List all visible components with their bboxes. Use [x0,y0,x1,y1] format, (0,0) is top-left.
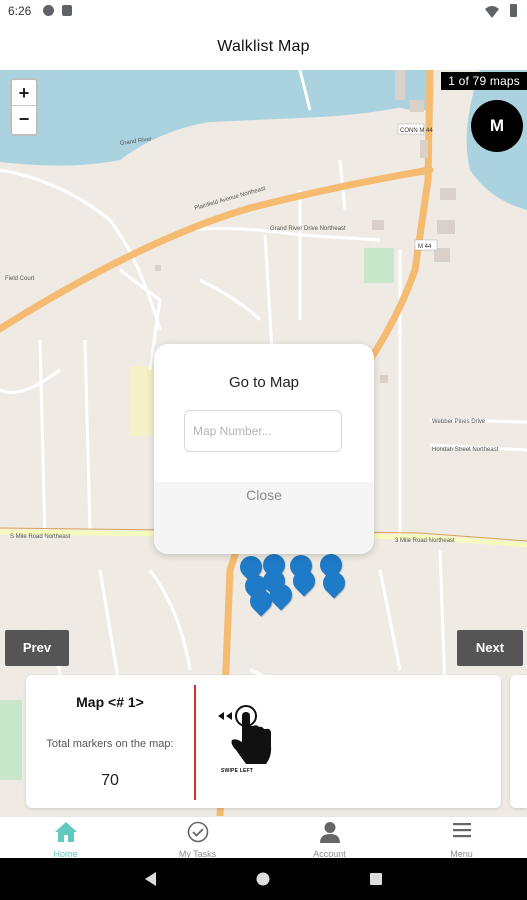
close-button[interactable]: Close [154,482,374,510]
menu-icon [396,821,527,845]
home-icon [0,821,131,845]
map-title: Map <# 1> [76,694,144,710]
road-label: Hondah Street Northeast [432,447,499,453]
go-to-map-dialog: Go to Map Close [154,344,374,554]
notification-icon [43,5,54,16]
markers-count: 70 [101,772,119,789]
park-area-sw [0,700,22,780]
next-button[interactable]: Next [457,630,523,666]
road-shield-label: CONN M 44 [400,128,433,134]
zoom-in-button[interactable]: + [12,80,36,106]
zoom-out-button[interactable]: − [12,106,36,132]
next-card-peek[interactable] [510,675,527,808]
card-divider [194,685,196,800]
check-circle-icon [132,821,263,845]
wifi-icon [485,5,499,23]
map-number-input[interactable] [184,410,342,452]
sd-card-icon [62,5,72,16]
tab-home[interactable]: Home [0,817,131,859]
battery-icon [510,4,517,17]
system-navigation-bar [0,858,527,900]
road-label: Field Court [5,276,35,282]
road-label: Grand River Drive Northeast [270,226,346,232]
swipe-caption: SWIPE LEFT [221,768,253,774]
road-label: 3 Mile Road Northeast [395,538,455,544]
recents-icon [370,873,382,885]
map-info-card[interactable]: Map <# 1> Total markers on the map: 70 S… [26,675,501,808]
page-title: Walklist Map [217,38,310,55]
person-icon [264,821,395,845]
back-icon [145,872,156,886]
zoom-control: + − [10,78,38,136]
map-counter: 1 of 79 maps [441,72,527,90]
tab-menu[interactable]: Menu [396,817,527,859]
map-summary: Map <# 1> Total markers on the map: 70 [26,675,194,808]
prev-button[interactable]: Prev [5,630,69,666]
road-label: Webber Pines Drive [432,419,486,425]
status-time: 6:26 [8,4,32,18]
tab-my-tasks[interactable]: My Tasks [132,817,263,859]
park-area [364,248,394,283]
app-header: Walklist Map [0,24,527,70]
swipe-hand-icon [218,705,272,764]
avatar[interactable]: M [471,100,523,152]
bottom-tab-bar: Home My Tasks Account Menu [0,816,527,859]
dialog-title: Go to Map [228,374,300,391]
tab-account[interactable]: Account [264,817,395,859]
road-shield-label: M 44 [418,244,432,250]
markers-label: Total markers on the map: [46,738,174,750]
status-bar: 6:26 [0,0,527,24]
road-label: S Mile Road Northeast [10,534,71,540]
home-circle-icon [256,872,270,886]
